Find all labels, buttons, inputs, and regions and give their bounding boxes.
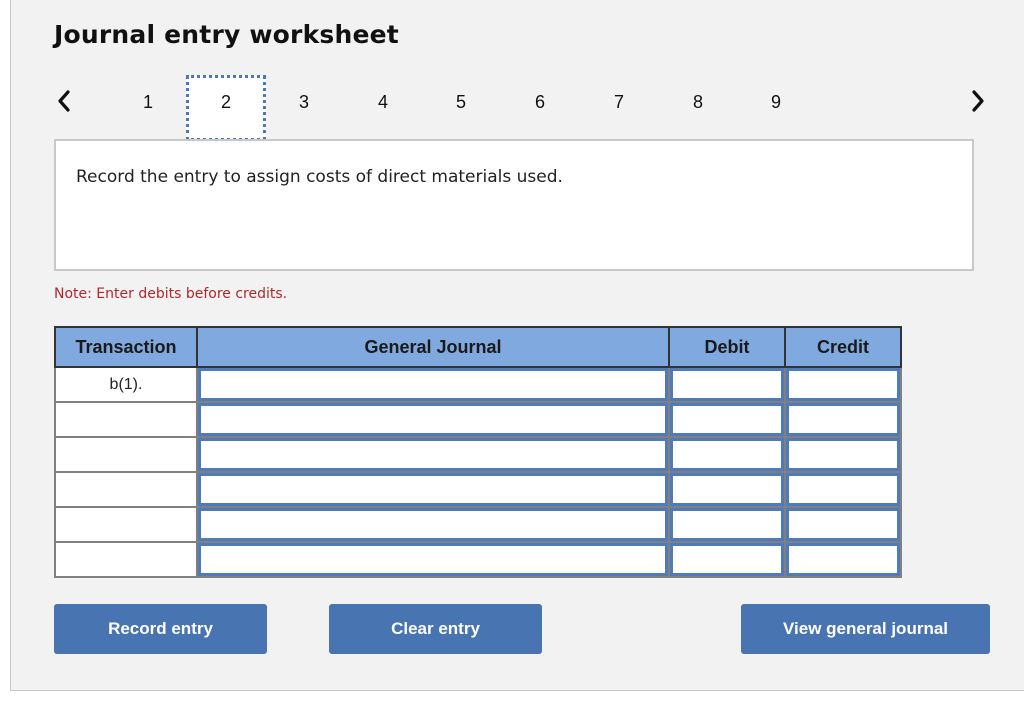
table-row [54, 436, 902, 473]
account-cell [196, 366, 670, 403]
step-tab-1[interactable]: 1 [108, 76, 188, 140]
entry-note: Note: Enter debits before credits. [54, 286, 288, 302]
account-input[interactable] [198, 543, 668, 576]
table-row [54, 506, 902, 543]
debit-cell [668, 541, 786, 578]
debit-cell [668, 471, 786, 508]
step-tab-9[interactable]: 9 [736, 76, 816, 140]
question-prompt-text: Record the entry to assign costs of dire… [76, 167, 563, 187]
credit-cell [784, 436, 902, 473]
debit-cell [668, 401, 786, 438]
transaction-cell [54, 401, 198, 438]
prev-step-button[interactable] [52, 86, 76, 116]
debit-input[interactable] [670, 403, 784, 436]
transaction-cell [54, 471, 198, 508]
clear-entry-button[interactable]: Clear entry [329, 604, 542, 654]
step-tab-7[interactable]: 7 [579, 76, 659, 140]
debit-input[interactable] [670, 438, 784, 471]
step-tab-4[interactable]: 4 [343, 76, 423, 140]
next-step-button[interactable] [966, 86, 990, 116]
debit-cell [668, 436, 786, 473]
account-cell [196, 401, 670, 438]
account-cell [196, 436, 670, 473]
credit-input[interactable] [786, 438, 900, 471]
account-input[interactable] [198, 508, 668, 541]
account-cell [196, 541, 670, 578]
step-tab-5[interactable]: 5 [421, 76, 501, 140]
account-cell [196, 506, 670, 543]
column-header-debit: Debit [668, 326, 786, 368]
chevron-right-icon [972, 90, 984, 112]
transaction-cell: b(1). [54, 366, 198, 403]
credit-cell [784, 506, 902, 543]
step-tab-8[interactable]: 8 [658, 76, 738, 140]
column-header-credit: Credit [784, 326, 902, 368]
account-input[interactable] [198, 438, 668, 471]
transaction-cell [54, 541, 198, 578]
step-tab-3[interactable]: 3 [264, 76, 344, 140]
debit-input[interactable] [670, 473, 784, 506]
credit-cell [784, 471, 902, 508]
debit-cell [668, 366, 786, 403]
view-general-journal-button[interactable]: View general journal [741, 604, 990, 654]
account-cell [196, 471, 670, 508]
question-prompt-box: Record the entry to assign costs of dire… [54, 139, 974, 271]
credit-cell [784, 366, 902, 403]
journal-entry-table: Transaction General Journal Debit Credit… [54, 326, 902, 578]
step-tab-2[interactable]: 2 [186, 75, 266, 141]
debit-cell [668, 506, 786, 543]
account-input[interactable] [198, 403, 668, 436]
table-row [54, 471, 902, 508]
chevron-left-icon [58, 90, 70, 112]
table-header-row: Transaction General Journal Debit Credit [54, 326, 902, 368]
record-entry-button[interactable]: Record entry [54, 604, 267, 654]
debit-input[interactable] [670, 543, 784, 576]
table-row: b(1). [54, 366, 902, 403]
account-input[interactable] [198, 368, 668, 401]
debit-input[interactable] [670, 368, 784, 401]
table-row [54, 541, 902, 578]
table-row [54, 401, 902, 438]
credit-input[interactable] [786, 403, 900, 436]
credit-input[interactable] [786, 473, 900, 506]
column-header-general-journal: General Journal [196, 326, 670, 368]
step-pager: 1 2 3 4 5 6 7 8 9 [0, 75, 1024, 146]
step-tab-6[interactable]: 6 [500, 76, 580, 140]
credit-cell [784, 541, 902, 578]
account-input[interactable] [198, 473, 668, 506]
credit-input[interactable] [786, 543, 900, 576]
page-title: Journal entry worksheet [54, 20, 399, 49]
credit-input[interactable] [786, 508, 900, 541]
debit-input[interactable] [670, 508, 784, 541]
transaction-cell [54, 436, 198, 473]
credit-cell [784, 401, 902, 438]
column-header-transaction: Transaction [54, 326, 198, 368]
credit-input[interactable] [786, 368, 900, 401]
transaction-cell [54, 506, 198, 543]
